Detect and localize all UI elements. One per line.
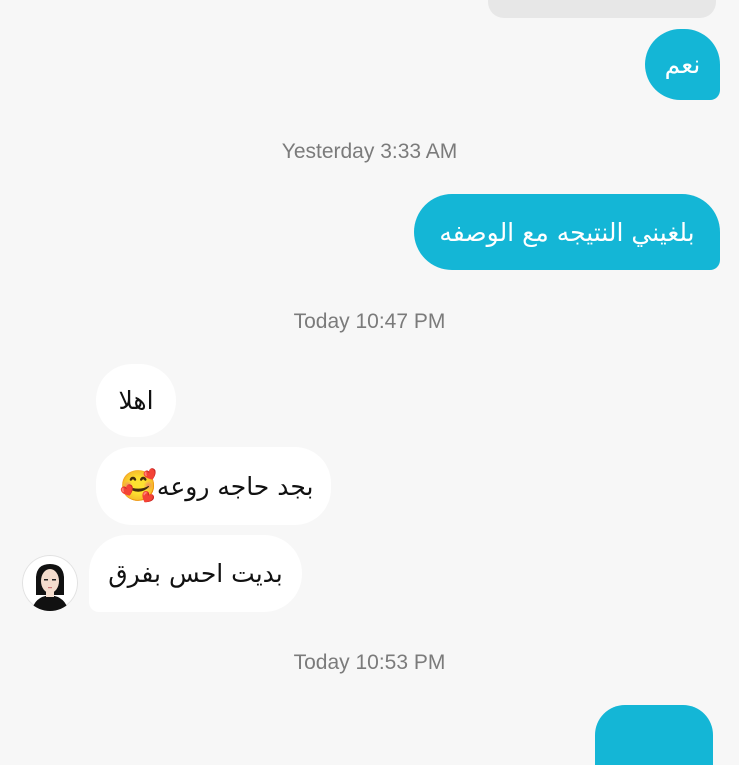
incoming-message[interactable]: بجد حاجه روعه 🥰 bbox=[96, 447, 331, 525]
timestamp: Today 10:47 PM bbox=[293, 310, 446, 333]
message-text: بلغيني النتيجه مع الوصفه bbox=[439, 217, 695, 247]
partial-message-top[interactable] bbox=[488, 0, 716, 18]
outgoing-message[interactable]: بلغيني النتيجه مع الوصفه bbox=[414, 194, 720, 270]
message-text: نعم bbox=[664, 50, 701, 79]
user-avatar-icon[interactable] bbox=[22, 555, 78, 611]
partial-message-bottom[interactable] bbox=[595, 705, 713, 765]
outgoing-message[interactable]: نعم bbox=[645, 29, 720, 100]
incoming-message[interactable]: اهلا bbox=[96, 364, 176, 437]
smiling-hearts-emoji-icon: 🥰 bbox=[119, 468, 157, 504]
timestamp: Yesterday 3:33 AM bbox=[281, 140, 458, 163]
message-text: بجد حاجه روعه bbox=[156, 471, 314, 501]
timestamp: Today 10:53 PM bbox=[293, 651, 446, 674]
message-text: بديت احس بفرق bbox=[108, 559, 283, 588]
incoming-message[interactable]: بديت احس بفرق bbox=[89, 535, 302, 612]
message-text: اهلا bbox=[118, 386, 154, 415]
avatar-illustration bbox=[32, 564, 68, 611]
